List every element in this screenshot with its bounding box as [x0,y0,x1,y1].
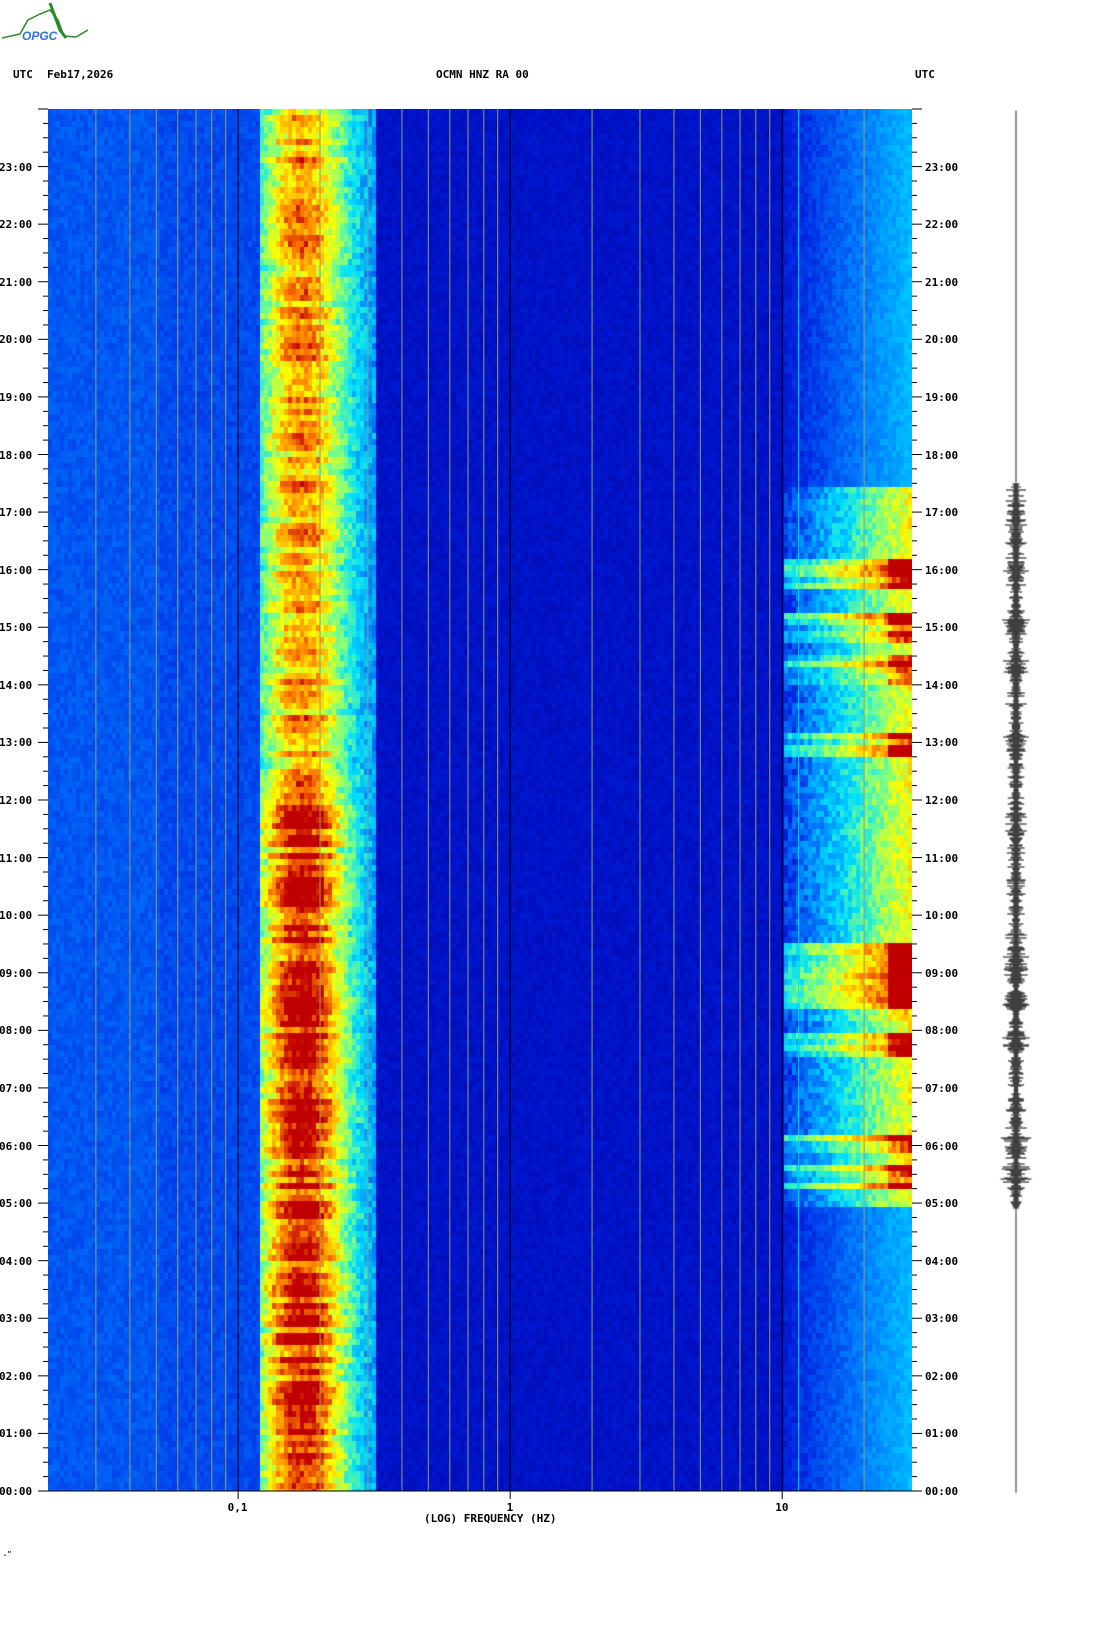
y-tick-label: 02:00 [925,1369,959,1383]
y-tick-label: 04:00 [0,1254,33,1268]
y-tick-label: 01:00 [0,1427,33,1441]
y-tick-label: 03:00 [925,1312,959,1326]
y-tick-label: 09:00 [925,966,959,980]
y-tick-label: 12:00 [0,794,33,807]
y-tick-label: 23:00 [925,160,959,174]
y-tick-label: 23:00 [0,160,33,174]
y-tick-label: 14:00 [0,678,33,692]
y-tick-label: 07:00 [925,1081,959,1095]
y-tick-label: 10:00 [0,909,33,923]
y-tick-label: 19:00 [0,390,33,404]
y-tick-label: 16:00 [925,563,959,577]
y-tick-label: 04:00 [925,1254,959,1268]
x-tick-label: 0,1 [227,1501,248,1514]
y-tick-label: 08:00 [925,1024,959,1038]
y-tick-label: 11:00 [0,851,33,865]
y-tick-label: 12:00 [925,794,959,807]
y-tick-label: 02:00 [0,1369,33,1383]
y-tick-label: 13:00 [925,736,959,750]
y-tick-label: 16:00 [0,563,33,577]
y-tick-label: 19:00 [925,390,959,404]
y-tick-label: 00:00 [925,1485,959,1498]
y-tick-label: 14:00 [925,678,959,692]
seismogram-trace [996,108,1036,1508]
x-tick-label: 10 [775,1501,789,1514]
y-tick-label: 05:00 [0,1197,33,1211]
y-tick-label: 20:00 [925,333,959,347]
y-tick-label: 20:00 [0,333,33,347]
y-tick-label: 15:00 [925,621,959,635]
y-tick-label: 18:00 [0,448,33,462]
y-tick-label: 17:00 [0,506,33,520]
y-tick-label: 00:00 [0,1485,33,1498]
y-tick-label: 11:00 [925,851,959,865]
x-axis-label: (LOG) FREQUENCY (HZ) [424,1512,557,1525]
y-tick-label: 06:00 [0,1139,33,1153]
y-tick-label: 05:00 [925,1197,959,1211]
y-tick-label: 15:00 [0,621,33,635]
y-tick-label: 10:00 [925,909,959,923]
y-tick-label: 21:00 [0,275,33,289]
y-tick-label: 22:00 [925,218,959,232]
x-tick-label: 1 [506,1501,514,1514]
y-tick-label: 03:00 [0,1312,33,1326]
axes-overlay [38,108,922,1499]
y-tick-label: 09:00 [0,966,33,980]
y-tick-label: 01:00 [925,1427,959,1441]
y-tick-label: 13:00 [0,736,33,750]
y-tick-label: 18:00 [925,448,959,462]
y-tick-label: 06:00 [925,1139,959,1153]
y-tick-label: 17:00 [925,506,959,520]
footer-mark: ." [3,1550,12,1558]
y-tick-label: 22:00 [0,218,33,232]
y-tick-label: 08:00 [0,1024,33,1038]
y-tick-label: 07:00 [0,1081,33,1095]
y-tick-label: 21:00 [925,275,959,289]
